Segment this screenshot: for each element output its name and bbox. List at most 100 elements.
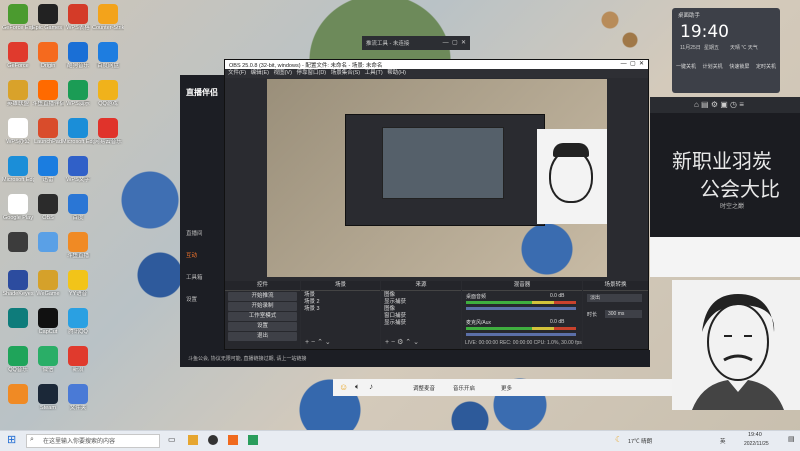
mic-icon[interactable]: ☺ [339,382,348,392]
clock-time[interactable]: 19:40 [748,432,762,438]
desktop-icon[interactable]: WPS表格 [62,4,94,31]
small-tool-window[interactable]: 推流工具 - 未连接 — ▢ ✕ [362,36,470,50]
desktop-icon[interactable]: QQ音乐 [2,346,34,373]
close-button[interactable]: ✕ [461,40,466,46]
music-button[interactable]: 音乐开启 [453,384,475,392]
menu-item-interact[interactable]: 互动 [186,245,203,267]
taskbar-app-douyu-icon[interactable] [228,435,238,445]
desktop-icon[interactable]: GeForce Experience [2,4,34,31]
schedule-action[interactable]: 计划关机 [703,63,723,70]
exit-button[interactable]: 退出 [228,332,297,341]
taskbar-app-icon[interactable] [248,435,258,445]
source-item[interactable]: 显示捕获 [384,299,458,306]
start-button[interactable]: ⊞ [7,434,16,447]
desktop-icon[interactable]: 百度网盘 [92,42,124,69]
minimize-button[interactable]: — [443,40,449,46]
scene-item[interactable]: 场景 2 [304,299,377,306]
microphone-icon[interactable]: ♪ [369,382,373,391]
start-stream-button[interactable]: 开始推流 [228,292,297,301]
menu-view[interactable]: 视图(V) [274,70,292,76]
source-item[interactable]: 图像 [384,292,458,299]
timer-action[interactable]: 定时关机 [756,63,776,70]
desktop-icon[interactable]: 酷狗音乐 [62,42,94,69]
scene-item[interactable]: 场景 [304,292,377,299]
scene-toolbar[interactable]: + − ⌃ ⌄ [305,338,331,346]
start-record-button[interactable]: 开始录制 [228,302,297,311]
streamer-companion-window[interactable]: 直播伴侣 直播间 互动 工具箱 设置 [180,75,230,367]
desktop-icon[interactable]: LaunchPad [32,118,64,145]
weather-text[interactable]: 17℃ 晴朗 [628,437,652,445]
desktop-icon[interactable]: Microsoft Edge [2,156,34,183]
source-item[interactable]: 图像 [384,306,458,313]
desktop-icon[interactable]: GeForce [2,42,34,69]
desktop-icon[interactable]: WeGame [32,270,64,297]
desktop-icon[interactable]: Steam [32,384,64,411]
desktop-icon[interactable]: 迅雷 [32,156,64,183]
desktop-icon[interactable]: Counter-Strike Global [92,4,124,31]
taskbar-app-folder-icon[interactable] [188,435,198,445]
desktop-icon[interactable] [32,232,64,253]
desktop-icon[interactable]: WPS办公 [2,118,34,145]
desktop-icon[interactable] [2,308,34,329]
task-view-icon[interactable]: ▭ [168,435,176,444]
clock-date[interactable]: 2022/11/25 [744,441,769,447]
volume-icon[interactable]: 🔈︎ [355,382,360,392]
desktop-icon[interactable]: WPS文字 [62,156,94,183]
desktop-volume-slider[interactable] [466,307,576,310]
source-item[interactable]: 显示捕获 [384,320,458,327]
menu-item-tools[interactable]: 工具箱 [186,267,203,289]
desktop-icon[interactable]: 腾讯QQ [62,308,94,335]
obs-window[interactable]: OBS 25.0.8 (32-bit, windows) - 配置文件: 未命名… [224,59,649,350]
desktop-icon[interactable]: QQ游戏 [92,80,124,107]
menu-help[interactable]: 帮助(H) [387,70,406,76]
desktop-icon[interactable]: 英雄联盟 [2,80,34,107]
maximize-button[interactable]: ▢ [452,40,458,46]
menu-edit[interactable]: 编辑(E) [251,70,269,76]
desktop-icon[interactable]: 微信 [32,346,64,373]
source-toolbar[interactable]: + − ⚙ ⌃ ⌄ [385,338,419,346]
scene-item[interactable]: 场景 3 [304,306,377,313]
desktop-icon[interactable]: 新浪 [62,346,94,373]
desktop-icon[interactable]: Epic Games Launcher [32,4,64,31]
desktop-icon[interactable]: 网易云音乐 [92,118,124,145]
menu-item-room[interactable]: 直播间 [186,223,203,245]
desktop-icon[interactable]: 百度 [62,194,94,221]
desktop-icon-label: 斗鱼直播伴侣 [32,101,64,107]
duration-input[interactable]: 300 ms [605,310,642,318]
audio-settings-label[interactable]: 调整麦音 [413,384,435,392]
overlay-toolbar[interactable]: ⌂ ▤ ⚙ ▣ ◷ ≡ [650,97,800,113]
desktop-icon[interactable]: YY语音 [62,270,94,297]
more-button[interactable]: 更多 [501,384,512,392]
desktop-icon[interactable] [2,232,34,253]
search-input[interactable]: 在这里输入你要搜索的内容 [26,434,160,448]
obs-window-controls[interactable]: — ▢ ✕ [621,60,644,67]
menu-scene-collection[interactable]: 场景集合(S) [331,70,360,76]
shutdown-action[interactable]: 一键关机 [676,63,696,70]
studio-mode-button[interactable]: 工作室模式 [228,312,297,321]
lock-action[interactable]: 快速锁屏 [729,63,749,70]
source-item[interactable]: 窗口捕获 [384,313,458,320]
notification-icon[interactable]: ▤ [788,435,795,443]
desktop-icon[interactable] [2,384,34,405]
desktop-icon[interactable]: ShadeKeyes [2,270,34,297]
desktop-icon[interactable]: CapCut [32,308,64,335]
menu-file[interactable]: 文件(F) [228,70,246,76]
input-language[interactable]: 英 [720,437,726,445]
mic-volume-slider[interactable] [466,333,576,336]
desktop-icon[interactable]: 文件夹 [62,384,94,411]
taskbar-app-obs-icon[interactable] [208,435,218,445]
desktop-icon[interactable]: 斗鱼直播伴侣 [32,80,64,107]
menu-tools[interactable]: 工具(T) [365,70,383,76]
settings-button[interactable]: 设置 [228,322,297,331]
desktop-icon[interactable]: Google Play [2,194,34,221]
desktop-icon[interactable]: 斗鱼直播 [62,232,94,259]
desktop-icon[interactable]: Microsoft Edge [62,118,94,145]
obs-preview[interactable] [267,79,607,277]
menu-item-settings[interactable]: 设置 [186,289,203,311]
desktop-icon[interactable]: OBS [32,194,64,221]
window-controls[interactable]: — ▢ ✕ [443,39,466,46]
desktop-icon[interactable]: WPS演示 [62,80,94,107]
desktop-icon[interactable]: Origin [32,42,64,69]
transition-select[interactable]: 淡出 [587,294,642,302]
menu-docks[interactable]: 停靠窗口(D) [297,70,327,76]
